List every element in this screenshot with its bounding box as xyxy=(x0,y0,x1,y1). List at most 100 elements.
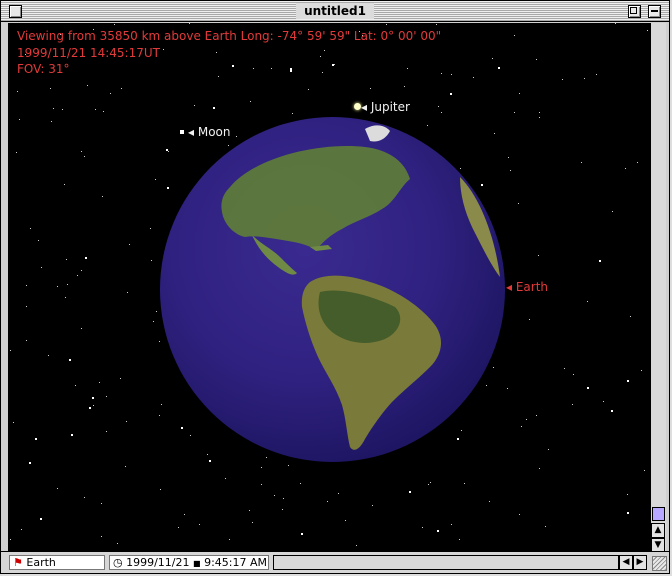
star xyxy=(627,512,629,514)
star xyxy=(572,404,573,405)
star xyxy=(300,483,301,484)
star xyxy=(292,113,293,114)
star xyxy=(451,524,452,525)
sky-viewport[interactable]: Viewing from 35850 km above Earth Long: … xyxy=(8,23,650,554)
scroll-right-button[interactable]: ▶ xyxy=(633,555,647,570)
star xyxy=(630,316,631,317)
star xyxy=(422,527,423,528)
star xyxy=(538,255,539,256)
star xyxy=(464,483,465,484)
vertical-scroll-thumb[interactable] xyxy=(652,507,665,521)
star xyxy=(457,438,459,440)
star xyxy=(48,355,49,356)
hud-datetime: 1999/11/21 14:45:17UT xyxy=(17,46,160,60)
star xyxy=(261,467,262,468)
star xyxy=(21,529,22,530)
star xyxy=(345,520,346,521)
collapse-box[interactable] xyxy=(648,5,661,18)
star xyxy=(587,387,589,389)
jupiter-marker[interactable] xyxy=(354,103,361,110)
star xyxy=(26,340,27,341)
vertical-scrollbar[interactable]: ▲ ▼ xyxy=(650,23,666,553)
star xyxy=(539,112,540,113)
star xyxy=(498,67,500,69)
title-bar[interactable]: untitled1 xyxy=(1,1,669,22)
star xyxy=(301,533,303,535)
earth-surface-svg xyxy=(221,125,500,450)
star xyxy=(404,86,405,87)
star xyxy=(84,497,85,498)
star xyxy=(249,510,250,511)
star xyxy=(194,105,195,106)
earth-globe[interactable] xyxy=(160,117,505,462)
star xyxy=(127,292,128,293)
star xyxy=(218,76,219,77)
star xyxy=(167,187,169,189)
star xyxy=(75,385,76,386)
star xyxy=(529,319,530,320)
star xyxy=(64,184,65,185)
star xyxy=(493,367,494,368)
star xyxy=(66,259,67,260)
jupiter-label[interactable]: ◂ Jupiter xyxy=(361,100,410,114)
window-title: untitled1 xyxy=(296,3,374,19)
star xyxy=(647,30,648,31)
star xyxy=(548,449,549,450)
scroll-left-button[interactable]: ◀ xyxy=(619,555,633,570)
star xyxy=(95,109,96,110)
star xyxy=(584,78,585,79)
star xyxy=(16,152,17,153)
star xyxy=(450,93,452,95)
star xyxy=(161,404,162,405)
datetime-display[interactable]: ◷ 1999/11/21 ■ 9:45:17 AM xyxy=(109,555,269,570)
star xyxy=(40,518,42,520)
star xyxy=(519,514,520,515)
star xyxy=(261,484,262,485)
star xyxy=(332,64,334,66)
star xyxy=(409,491,411,493)
star xyxy=(216,52,217,53)
star xyxy=(81,328,82,329)
star xyxy=(526,419,527,420)
star xyxy=(29,462,31,464)
north-america-land xyxy=(221,146,410,250)
star xyxy=(17,91,18,92)
star xyxy=(99,382,100,383)
star xyxy=(481,184,483,186)
resize-grip[interactable] xyxy=(652,556,667,571)
star xyxy=(252,522,253,523)
star xyxy=(13,422,14,423)
star xyxy=(536,415,537,416)
moon-marker[interactable] xyxy=(180,130,184,134)
star xyxy=(153,321,154,322)
star xyxy=(51,121,52,122)
star xyxy=(460,168,461,169)
star xyxy=(209,460,211,462)
star xyxy=(508,157,509,158)
star xyxy=(564,368,565,369)
star xyxy=(327,501,328,502)
star xyxy=(266,457,267,458)
body-selector[interactable]: ⚑ Earth xyxy=(9,555,105,570)
star xyxy=(190,435,191,436)
star xyxy=(225,478,226,479)
horizontal-scrollbar[interactable] xyxy=(273,555,619,570)
star xyxy=(539,117,540,118)
star xyxy=(53,108,54,109)
star xyxy=(168,151,169,152)
star xyxy=(89,407,91,409)
moon-label[interactable]: ◂ Moon xyxy=(188,125,230,139)
close-box[interactable] xyxy=(9,5,22,18)
clock-icon: ◷ xyxy=(113,556,123,569)
star xyxy=(114,24,115,25)
star xyxy=(207,454,208,455)
zoom-box[interactable] xyxy=(628,5,641,18)
star xyxy=(334,64,335,65)
star xyxy=(101,503,102,504)
star xyxy=(199,524,200,525)
star xyxy=(320,56,321,57)
star xyxy=(407,68,408,69)
scroll-up-button[interactable]: ▲ xyxy=(651,523,665,538)
earth-label[interactable]: ◂ Earth xyxy=(506,280,548,294)
star xyxy=(518,203,519,204)
